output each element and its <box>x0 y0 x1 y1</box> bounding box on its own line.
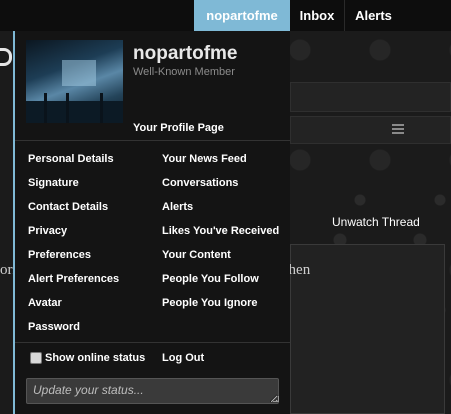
page-header-bar <box>290 82 451 112</box>
tab-inbox[interactable]: Inbox <box>290 0 345 31</box>
menu-password[interactable]: Password <box>28 321 80 333</box>
menu-alert-preferences[interactable]: Alert Preferences <box>28 273 119 285</box>
resize-grip-icon[interactable] <box>273 396 279 402</box>
online-status-checkbox[interactable] <box>30 352 42 364</box>
menu-preferences[interactable]: Preferences <box>28 249 91 261</box>
online-status-label[interactable]: Show online status <box>45 352 145 364</box>
logo-fragment <box>0 48 12 66</box>
tab-alerts[interactable]: Alerts <box>346 0 401 31</box>
avatar[interactable] <box>26 40 123 123</box>
menu-conversations[interactable]: Conversations <box>162 177 238 189</box>
status-input[interactable] <box>26 378 279 404</box>
username[interactable]: nopartofme <box>133 43 238 65</box>
logout-link[interactable]: Log Out <box>162 352 204 364</box>
menu-avatar[interactable]: Avatar <box>28 297 62 309</box>
tab-user[interactable]: nopartofme <box>194 0 290 31</box>
menu-your-content[interactable]: Your Content <box>162 249 231 261</box>
account-dropdown: nopartofme Well-Known Member Your Profil… <box>13 31 290 414</box>
search-bar <box>290 116 451 144</box>
menu-personal-details[interactable]: Personal Details <box>28 153 114 165</box>
user-title: Well-Known Member <box>133 66 235 78</box>
list-icon[interactable] <box>392 124 404 136</box>
menu-likes-received[interactable]: Likes You've Received <box>162 225 279 237</box>
divider <box>15 342 290 343</box>
unwatch-thread-link[interactable]: Unwatch Thread <box>332 215 420 229</box>
profile-page-link[interactable]: Your Profile Page <box>133 122 224 134</box>
top-navigation: nopartofme Inbox Alerts <box>0 0 451 31</box>
menu-signature[interactable]: Signature <box>28 177 79 189</box>
menu-people-you-follow[interactable]: People You Follow <box>162 273 259 285</box>
divider <box>15 140 290 141</box>
menu-news-feed[interactable]: Your News Feed <box>162 153 247 165</box>
menu-people-you-ignore[interactable]: People You Ignore <box>162 297 258 309</box>
menu-contact-details[interactable]: Contact Details <box>28 201 108 213</box>
menu-alerts[interactable]: Alerts <box>162 201 193 213</box>
menu-privacy[interactable]: Privacy <box>28 225 67 237</box>
